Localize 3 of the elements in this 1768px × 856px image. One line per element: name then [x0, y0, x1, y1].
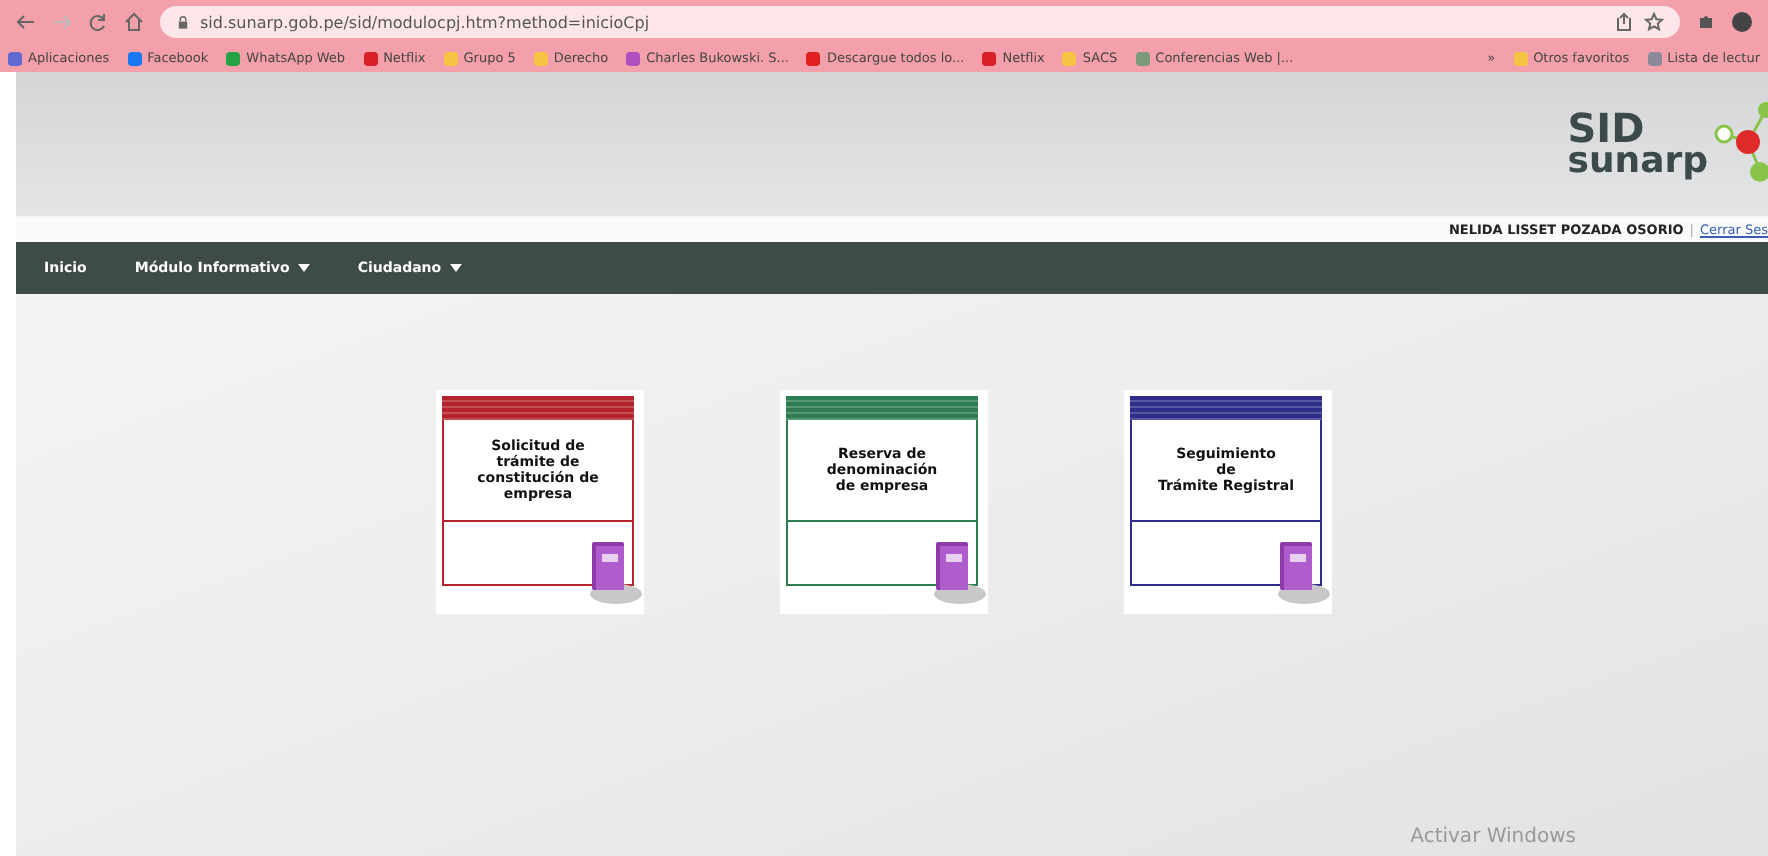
activation-notice: Activar Windows: [1410, 826, 1576, 848]
logo-text: SID sunarp: [1567, 109, 1708, 179]
address-bar[interactable]: sid.sunarp.gob.pe/sid/modulocpj.htm?method=inicioCpj: [160, 6, 1680, 38]
